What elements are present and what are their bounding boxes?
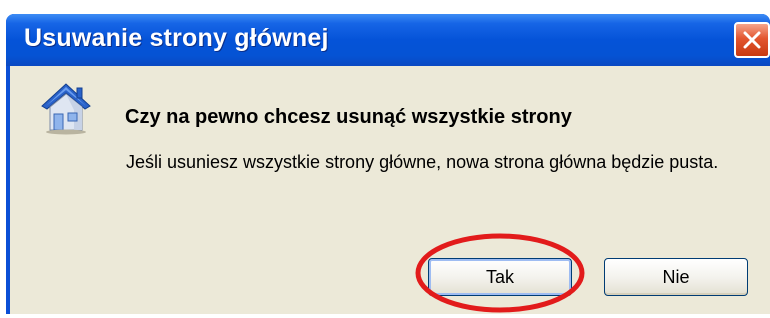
dialog-heading: Czy na pewno chcesz usunąć wszystkie str… [125,106,572,128]
dialog-body: Czy na pewno chcesz usunąć wszystkie str… [10,66,770,314]
dialog-window: Usuwanie strony głównej Czy na pewno chc… [6,14,770,314]
close-button[interactable] [734,22,770,58]
dialog-message: Jeśli usuniesz wszystkie strony główne, … [126,152,719,172]
close-icon [743,31,761,49]
no-button[interactable]: Nie [604,258,748,296]
home-icon [41,83,91,135]
dialog-title: Usuwanie strony głównej [24,24,329,52]
title-bar[interactable]: Usuwanie strony głównej [6,14,770,66]
yes-button[interactable]: Tak [428,258,572,296]
